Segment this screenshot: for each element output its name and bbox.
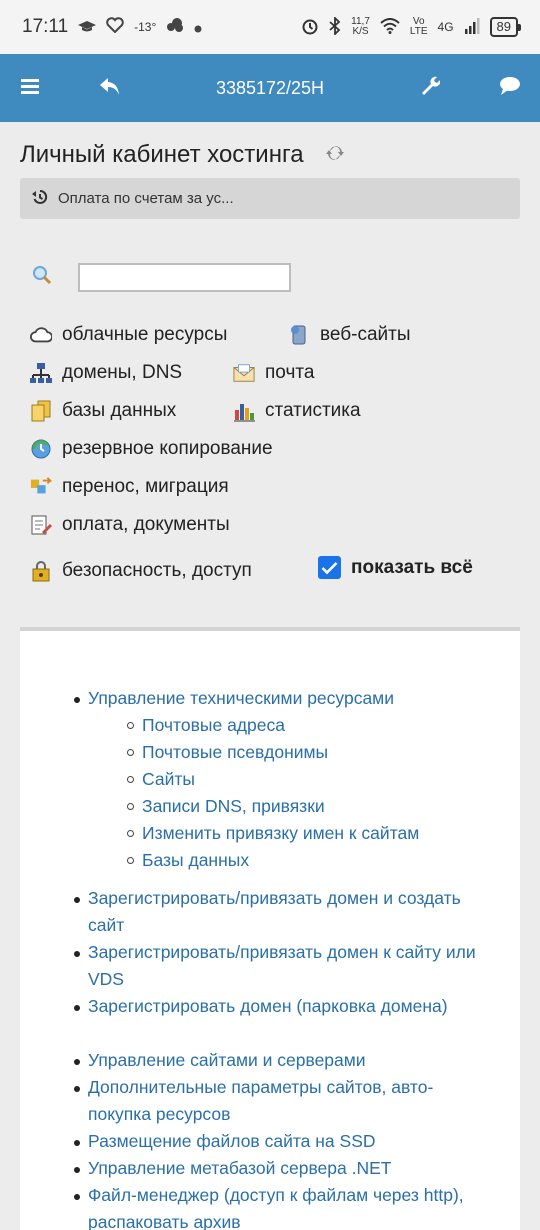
list-item[interactable]: Файл-менеджер (доступ к файлам через htt… — [74, 1182, 478, 1230]
health-icon — [106, 16, 124, 38]
category-migration[interactable]: перенос, миграция — [30, 476, 229, 498]
lock-icon — [30, 560, 52, 582]
category-security[interactable]: безопасность, доступ — [30, 560, 252, 582]
page-title-row: Личный кабинет хостинга — [20, 141, 344, 169]
chat-button[interactable] — [480, 54, 540, 122]
category-websites[interactable]: веб-сайты — [288, 324, 410, 346]
list-item[interactable]: Зарегистрировать/привязать домен к сайту… — [74, 939, 478, 993]
network-type: 4G — [437, 20, 454, 34]
cloud-icon — [30, 324, 52, 346]
category-backup[interactable]: резервное копирование — [30, 438, 273, 460]
list-item[interactable]: Управление метабазой сервера .NET — [74, 1155, 478, 1182]
list-item[interactable]: Почтовые адреса — [127, 712, 285, 739]
alarm-icon — [301, 17, 319, 38]
network-speed: 11,7 K/S — [351, 16, 370, 37]
list-item[interactable]: Базы данных — [127, 847, 249, 874]
category-databases[interactable]: базы данных — [30, 400, 176, 422]
chat-bubble-icon — [499, 76, 521, 101]
search-row — [32, 263, 291, 292]
menu-button[interactable] — [0, 54, 60, 122]
backup-icon — [30, 438, 52, 460]
document-icon — [30, 514, 52, 536]
account-id: 3385172/25H — [215, 77, 325, 98]
category-mail[interactable]: почта — [233, 362, 314, 384]
search-icon — [32, 265, 52, 290]
list-item[interactable]: Дополнительные параметры сайтов, авто-по… — [74, 1074, 478, 1128]
weather-icon — [166, 17, 184, 38]
list-item[interactable]: Изменить привязку имен к сайтам — [127, 820, 419, 847]
payment-notice[interactable]: Оплата по счетам за ус... — [20, 178, 520, 219]
show-all-label: показать всё — [351, 556, 473, 578]
list-item[interactable]: Записи DNS, привязки — [127, 793, 325, 820]
list-item[interactable]: Размещение файлов сайта на SSD — [74, 1128, 478, 1155]
links-card: Управление техническими ресурсами Почтов… — [20, 627, 520, 1230]
category-payment[interactable]: оплата, документы — [30, 514, 230, 536]
battery-indicator: 89 — [489, 17, 522, 37]
show-all-checkbox[interactable] — [318, 556, 341, 579]
category-cloud[interactable]: облачные ресурсы — [30, 324, 227, 346]
clock: 17:11 — [22, 16, 69, 37]
reply-icon — [99, 76, 121, 101]
notification-dot-icon — [194, 17, 202, 38]
show-all-toggle[interactable]: показать всё — [318, 556, 473, 579]
database-icon — [30, 400, 52, 422]
list-item[interactable]: Зарегистрировать домен (парковка домена) — [74, 993, 478, 1020]
list-item[interactable]: Зарегистрировать/привязать домен и созда… — [74, 885, 478, 939]
wrench-icon — [420, 76, 441, 101]
temperature: -13° — [134, 20, 157, 34]
search-input[interactable] — [78, 263, 291, 292]
bluetooth-icon — [329, 15, 341, 38]
list-item[interactable]: Почтовые псевдонимы — [127, 739, 328, 766]
back-button[interactable] — [80, 54, 140, 122]
settings-button[interactable] — [400, 54, 460, 122]
list-item[interactable]: Сайты — [127, 766, 195, 793]
migration-icon — [30, 476, 52, 498]
page-title: Личный кабинет хостинга — [20, 141, 304, 168]
list-item[interactable]: Управление сайтами и серверами — [74, 1047, 478, 1074]
signal-icon — [464, 17, 480, 37]
volte-indicator: Vo LTE — [409, 16, 428, 37]
category-statistics[interactable]: статистика — [233, 400, 361, 422]
graduation-cap-icon — [78, 17, 97, 38]
notice-text: Оплата по счетам за ус... — [58, 190, 234, 207]
chart-icon — [233, 400, 255, 422]
list-item[interactable]: Управление техническими ресурсами — [74, 685, 478, 712]
server-icon — [288, 324, 310, 346]
history-icon — [32, 189, 48, 209]
wifi-icon — [380, 17, 400, 37]
network-icon — [30, 362, 52, 384]
top-toolbar: 3385172/25H — [0, 54, 540, 122]
status-bar: 17:11 -13° 11,7 K/S Vo LTE 4G 89 — [0, 0, 540, 54]
hamburger-icon — [21, 78, 39, 99]
refresh-icon[interactable] — [325, 141, 344, 169]
category-domains[interactable]: домены, DNS — [30, 362, 182, 384]
mail-icon — [233, 362, 255, 384]
